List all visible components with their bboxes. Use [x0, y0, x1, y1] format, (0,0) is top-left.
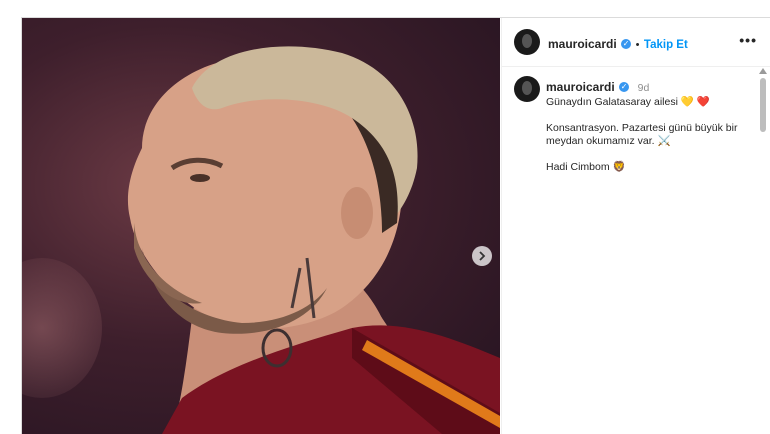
chevron-right-icon	[479, 251, 486, 261]
next-image-button[interactable]	[472, 246, 492, 266]
follow-button[interactable]: Takip Et	[644, 39, 688, 51]
caption-text: Günaydın Galatasaray ailesi 💛 ❤️ Konsant…	[546, 96, 756, 186]
caption-line: Günaydın Galatasaray ailesi 💛 ❤️	[546, 96, 710, 108]
header-user-line: mauroicardi ✓ • Takip Et	[548, 35, 688, 53]
more-options-icon[interactable]: •••	[739, 32, 757, 48]
scroll-thumb[interactable]	[760, 78, 766, 132]
post-time[interactable]: 9d	[638, 82, 650, 94]
post-photo[interactable]	[22, 18, 500, 434]
avatar[interactable]	[514, 29, 540, 55]
separator-dot: •	[635, 39, 640, 51]
comments-scrollbar[interactable]	[759, 68, 767, 198]
caption-user-line: mauroicardi ✓ 9d	[546, 78, 649, 96]
verified-badge-icon: ✓	[621, 38, 632, 49]
scroll-up-icon[interactable]	[759, 68, 767, 74]
caption-avatar[interactable]	[514, 76, 540, 102]
player-portrait	[127, 46, 500, 434]
post-header: mauroicardi ✓ • Takip Et •••	[502, 18, 770, 67]
caption-line: Hadi Cimbom 🦁	[546, 160, 626, 173]
post-side-panel: mauroicardi ✓ • Takip Et ••• mauroicardi…	[501, 18, 770, 434]
verified-badge-icon: ✓	[619, 81, 630, 92]
username-link[interactable]: mauroicardi	[548, 37, 617, 51]
caption-line: Konsantrasyon. Pazartesi günü büyük bir …	[546, 121, 738, 148]
caption-username-link[interactable]: mauroicardi	[546, 80, 615, 94]
